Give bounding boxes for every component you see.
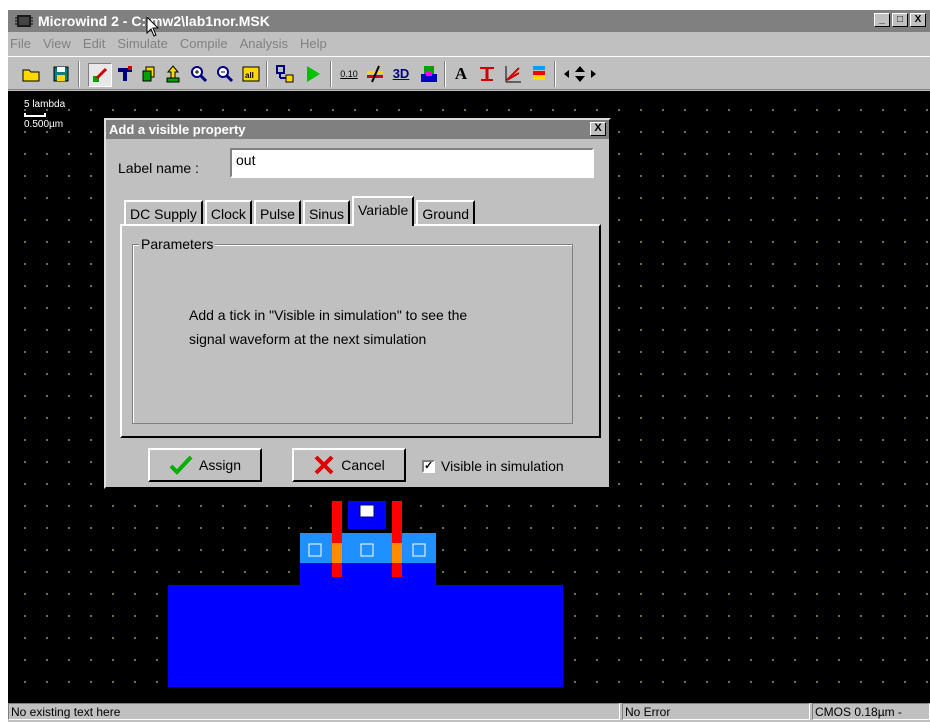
run-simulation-icon[interactable] [302,63,324,85]
view-3d-icon[interactable]: 3D [390,63,412,85]
visible-in-simulation-label: Visible in simulation [441,458,564,474]
status-errors: No Error [622,703,810,720]
status-bar: No existing text here No Error CMOS 0.18… [8,703,930,722]
tab-dc-supply[interactable]: DC Supply [124,200,203,224]
copy-icon[interactable] [138,63,160,85]
toolbar-separator [444,61,446,87]
tab-pulse[interactable]: Pulse [253,200,301,224]
tab-variable[interactable]: Variable [352,196,415,226]
parameters-group-title: Parameters [139,236,216,252]
add-signal-property-icon[interactable] [476,63,498,85]
mos-generator-icon[interactable] [114,63,136,85]
contact-right [412,543,426,557]
gate-overlap-b [392,543,402,563]
process-simulation-icon[interactable] [418,63,440,85]
waveform-icon[interactable] [502,63,524,85]
cancel-button-label: Cancel [341,457,385,473]
app-icon [15,15,33,27]
assign-button[interactable]: Assign [148,448,262,482]
maximize-button[interactable]: □ [892,13,908,27]
open-folder-icon[interactable] [20,63,42,85]
toolbar-separator [554,61,556,87]
pan-arrows-icon[interactable] [560,63,600,85]
tab-sinus[interactable]: Sinus [302,200,350,224]
contact-middle [360,543,374,557]
add-visible-property-dialog: Add a visible property X Label name : ou… [104,118,611,489]
status-message: No existing text here [8,703,620,720]
gate-overlap-a [332,543,342,563]
measure-icon[interactable]: 0.10 [338,63,360,85]
svg-text:all: all [245,71,254,80]
via-contact [359,504,375,518]
menu-compile[interactable]: Compile [180,34,228,54]
minimize-button[interactable]: _ [874,13,890,27]
checkmark-icon [169,455,193,475]
visible-in-simulation-checkbox[interactable]: ✓ Visible in simulation [422,458,564,474]
mouse-cursor-icon [146,16,160,37]
zoom-out-icon[interactable] [214,63,236,85]
zoom-in-icon[interactable] [188,63,210,85]
dialog-title: Add a visible property [109,122,246,137]
label-name-input[interactable]: out [230,148,594,178]
contact-left [308,543,322,557]
menu-help[interactable]: Help [300,34,327,54]
menu-edit[interactable]: Edit [83,34,105,54]
toolbar-separator [330,61,332,87]
draw-box-icon[interactable] [88,63,112,87]
instruction-text: Add a tick in "Visible in simulation" to… [189,303,467,351]
view-all-icon[interactable]: all [240,63,262,85]
dialog-title-bar[interactable]: Add a visible property X [106,120,609,139]
move-icon[interactable] [162,63,184,85]
extract-icon[interactable] [274,63,296,85]
dialog-close-button[interactable]: X [590,122,606,136]
close-button[interactable]: X [910,13,926,27]
poly-gate-a [332,501,342,577]
toolbar-separator [266,61,268,87]
poly-gate-b [392,501,402,577]
label-name-caption: Label name : [118,160,199,176]
add-text-icon[interactable]: A [450,63,472,85]
menu-analysis[interactable]: Analysis [240,34,288,54]
cross-icon [314,455,334,475]
toolbar: all 0.10 3D A [8,56,930,90]
tab-ground[interactable]: Ground [416,200,476,224]
n-diffusion [168,585,563,687]
tab-panel: Parameters Add a tick in "Visible in sim… [120,224,601,438]
checkbox-box[interactable]: ✓ [422,459,435,473]
menu-view[interactable]: View [43,34,71,54]
save-icon[interactable] [50,63,72,85]
toolbar-separator [78,61,80,87]
signal-type-tabs: DC Supply Clock Pulse Sinus Variable Gro… [124,196,477,226]
palette-icon[interactable] [528,63,550,85]
cross-section-icon[interactable] [364,63,386,85]
cancel-button[interactable]: Cancel [292,448,406,482]
tab-clock[interactable]: Clock [204,200,252,224]
parameters-group: Parameters Add a tick in "Visible in sim… [132,236,573,424]
instruction-line-1: Add a tick in "Visible in simulation" to… [189,307,468,323]
status-technology: CMOS 0.18µm - [812,703,930,720]
assign-button-label: Assign [198,457,242,473]
instruction-line-2: signal waveform at the next simulation [189,331,427,347]
menu-file[interactable]: File [10,34,31,54]
